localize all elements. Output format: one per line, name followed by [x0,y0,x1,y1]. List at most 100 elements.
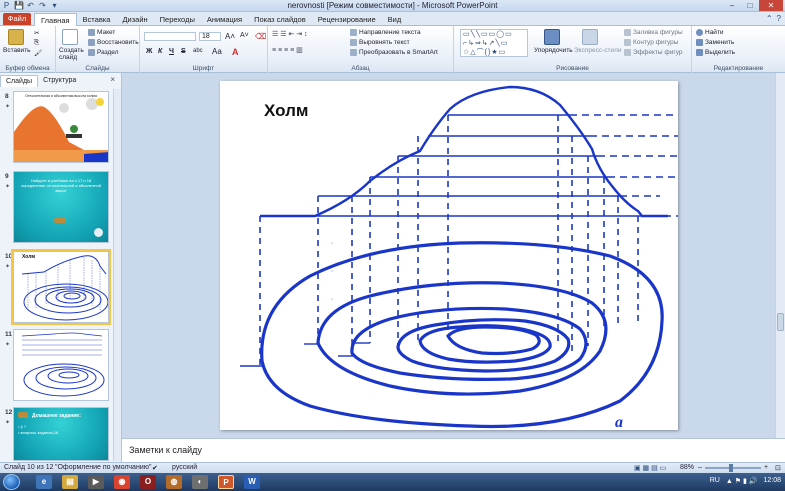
slide-thumbnail-8[interactable]: Относительная и абсолютная высота холма [13,91,109,163]
copy-icon[interactable]: ⎘ [34,39,39,47]
minimize-button[interactable]: – [723,0,741,11]
align-buttons-icon[interactable]: ≡ ≡ ≡ ≡ ▥ [272,46,303,54]
text-direction-button[interactable]: Направление текста [350,29,421,36]
smartart-button[interactable]: Преобразовать в SmartArt [350,49,438,56]
app-icon[interactable]: ◐ [192,475,208,489]
slide-thumbnail-9[interactable]: Найдите в учебнике на с.17 и 18 определе… [13,171,109,243]
start-button[interactable] [3,474,20,490]
bold-button[interactable]: Ж [146,48,152,55]
new-slide-icon[interactable] [62,29,78,45]
slide-scrollbar[interactable] [775,73,785,438]
slide-thumbnail-10[interactable]: Холм [11,249,111,325]
paste-icon[interactable] [8,29,24,45]
slide-thumbnail-11[interactable] [13,329,109,401]
select-button[interactable]: Выделить [696,49,735,56]
close-pane-icon[interactable]: × [110,75,115,84]
tab-outline[interactable]: Структура [38,75,81,87]
slide-number: 11 [5,331,12,338]
zoom-level[interactable]: 88% [680,464,694,471]
media-icon[interactable]: ▶ [88,475,104,489]
pane-scrollbar[interactable] [113,89,121,461]
underline-button[interactable]: Ч [169,48,174,55]
tray-icons[interactable]: ▲ ⚑ ▮ 🔊 [726,477,758,485]
tab-view[interactable]: Вид [382,13,408,26]
paste-button[interactable]: Вставить [3,47,31,54]
reset-button[interactable]: Восстановить [88,39,139,46]
tab-home[interactable]: Главная [34,13,77,26]
tab-design[interactable]: Дизайн [116,13,153,26]
zoom-out-icon[interactable]: – [698,464,702,471]
section-button[interactable]: Раздел [88,49,118,56]
find-button[interactable]: Найти [696,29,724,36]
notes-placeholder[interactable]: Заметки к слайду [129,445,202,455]
notes-pane[interactable]: Заметки к слайду [122,438,785,462]
strikethrough-button[interactable]: S [181,48,186,55]
layout-button[interactable]: Макет [88,29,115,36]
current-slide[interactable]: Холм а [220,81,678,430]
maximize-button[interactable]: □ [741,0,759,11]
tab-insert[interactable]: Вставка [77,13,117,26]
shape-outline-button[interactable]: Контур фигуры [624,39,678,46]
window-title: nerovnosti [Режим совместимости] - Micro… [287,1,498,10]
app-icon[interactable]: ◍ [166,475,182,489]
shrink-font-icon[interactable]: A˅ [240,32,249,39]
spacing-button[interactable]: abc [193,48,203,54]
format-painter-icon[interactable]: 🖌 [34,49,42,57]
language[interactable]: русский [172,464,197,471]
font-name-field[interactable] [144,32,196,41]
tab-slides[interactable]: Слайды [0,75,39,87]
tab-review[interactable]: Рецензирование [312,13,382,26]
slide-thumbnail-12[interactable]: Домашнее задание: • § 7 • вопросы задани… [13,407,109,461]
language-indicator[interactable]: RU [710,477,720,485]
tab-animations[interactable]: Анимация [201,13,248,26]
shape-effects-button[interactable]: Эффекты фигур [624,49,683,56]
arrange-icon[interactable] [544,29,560,45]
word-taskbar-icon[interactable]: W [244,475,260,489]
align-text-button[interactable]: Выровнять текст [350,39,410,46]
slide-number: 10 [5,253,13,260]
italic-button[interactable]: К [158,48,162,55]
group-drawing: ▭╲╲▭▭◯▭ ⌐↳⇒↳↗╲▭ ☆△⌒{}★▭ Упорядочить Экспре… [454,26,692,73]
zoom-slider[interactable] [705,467,761,469]
close-button[interactable]: ✕ [759,0,783,11]
zoom-in-icon[interactable]: + [764,464,768,471]
tab-transitions[interactable]: Переходы [154,13,201,26]
opera-icon[interactable]: O [140,475,156,489]
grow-font-icon[interactable]: A˄ [225,32,235,41]
zoom-knob[interactable] [729,464,733,472]
minimize-ribbon-icon[interactable]: ⌃ [766,14,773,23]
quick-styles-icon[interactable] [582,29,598,45]
thumb-11-illustration [21,332,105,397]
clock[interactable]: 12:08 [763,477,781,485]
tab-slideshow[interactable]: Показ слайдов [248,13,312,26]
fit-window-icon[interactable]: ⊡ [775,464,781,472]
font-size-field[interactable]: 18 [199,32,221,41]
view-buttons[interactable]: ▣ ▦ ▤ ▭ [634,464,666,472]
ie-icon[interactable]: e [36,475,52,489]
help-icon[interactable]: ? [777,14,781,23]
scroll-thumb[interactable] [777,313,784,331]
group-label: Слайды [85,65,110,72]
change-case-icon[interactable]: Aa [212,47,222,56]
powerpoint-taskbar-icon[interactable]: P [218,475,234,489]
shape-fill-button[interactable]: Заливка фигуры [624,29,683,36]
tab-file[interactable]: Файл [3,13,31,25]
clear-format-icon[interactable]: ⌫ [255,32,266,41]
shapes-gallery[interactable]: ▭╲╲▭▭◯▭ ⌐↳⇒↳↗╲▭ ☆△⌒{}★▭ [460,29,528,57]
quick-styles-button[interactable]: Экспресс-стили [574,47,622,54]
group-paragraph: ☰ ☰ ⇤ ⇥ ↕ ≡ ≡ ≡ ≡ ▥ Направление текста В… [268,26,454,73]
new-slide-button[interactable]: Создать слайд [59,47,85,61]
cut-icon[interactable]: ✂ [34,29,39,37]
book-icon [54,218,66,223]
arrange-button[interactable]: Упорядочить [534,47,573,54]
taskbar: e ▤ ▶ ◉ O ◍ ◐ P W RU ▲ ⚑ ▮ 🔊 12:08 [0,473,785,491]
slides-pane: Слайды Структура × 8 ✦ Относительная и а… [0,73,122,463]
list-buttons-icon[interactable]: ☰ ☰ ⇤ ⇥ ↕ [272,30,308,38]
font-color-icon[interactable]: A [232,47,239,57]
replace-button[interactable]: Заменить [696,39,734,46]
explorer-icon[interactable]: ▤ [62,475,78,489]
chrome-icon[interactable]: ◉ [114,475,130,489]
ribbon-tabs: Файл Главная Вставка Дизайн Переходы Ани… [0,12,785,26]
spellcheck-icon[interactable]: ✔ [152,464,158,472]
animation-icon: ✦ [5,184,11,190]
